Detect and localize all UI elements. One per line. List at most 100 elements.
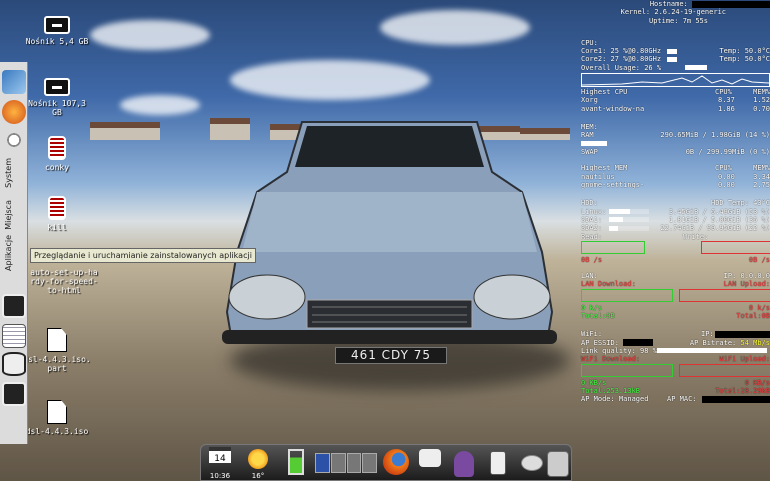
menu-places[interactable]: Miejsca (4, 200, 13, 230)
wifi-download-graph (581, 363, 673, 377)
wifi-upload-label: WiFi Upload: (719, 355, 770, 364)
proc-name: nautilus (581, 172, 615, 181)
terminal-icon[interactable] (2, 294, 26, 318)
database-icon[interactable] (2, 352, 26, 376)
desktop-icon-auto-set-up[interactable]: auto-set-up-hardy-for-speed-to-html (28, 268, 100, 295)
workspace-3[interactable] (346, 453, 362, 473)
chat-launcher[interactable] (415, 447, 445, 479)
hdd-value: 1.81GiB / 5.00GiB (36 %) (668, 215, 770, 224)
calendar-icon: 14 (209, 447, 231, 464)
swap-label: SWAP (581, 147, 598, 156)
drive-icon (44, 78, 70, 96)
desktop-icon-label: kill (47, 223, 67, 232)
hdd-temp: HDD Temp: 43°C (710, 199, 770, 208)
proc-cpu: 0.00 (718, 181, 735, 190)
clock-time: 10:36 (209, 472, 231, 480)
write-rate: 0B /s (748, 255, 770, 264)
wifi-bitrate-label: AP Bitrate: (689, 338, 737, 347)
spring-icon (48, 196, 66, 220)
lan-down-rate: 0 k/s (581, 303, 603, 312)
wifi-title: WiFi: (581, 330, 603, 339)
menu-applications[interactable]: Aplikacje (4, 235, 13, 271)
hdd-name: SDA2: (581, 224, 603, 233)
desktop-icon-dsl-part[interactable]: dsl-4.4.3.iso.part (22, 328, 92, 373)
workspace-1[interactable] (315, 453, 330, 473)
desktop-icon-label: conky (44, 163, 70, 172)
weather-temp: 16° (251, 472, 265, 480)
battery-applet[interactable] (281, 447, 311, 479)
desktop-icon-label: dsl-4.4.3.iso.part (23, 355, 91, 373)
calendar-icon[interactable] (2, 324, 26, 348)
desktop-icon-label: auto-set-up-hardy-for-speed-to-html (30, 268, 98, 295)
lan-download-graph (581, 288, 673, 302)
calendar-clock[interactable]: 14 10:36 (205, 447, 235, 480)
gimp-icon[interactable] (2, 128, 26, 152)
redacted-hostname (692, 0, 770, 8)
lan-title: LAN: (581, 272, 598, 281)
hdd-write-label: Write: (683, 232, 709, 241)
media-player-launcher[interactable] (483, 447, 513, 479)
proc-mem: 2.75 (753, 181, 770, 190)
proc-name: gnome-settings- (581, 181, 645, 190)
proc-name: avant-window-na (581, 104, 645, 113)
pidgin-launcher[interactable] (449, 447, 479, 479)
highest-mem-col-cpu: CPU% (715, 164, 732, 173)
hdd-title: HDD: (581, 199, 598, 208)
dock: 14 10:36 16° (200, 444, 572, 481)
weather-applet[interactable]: 16° (243, 447, 273, 480)
window-icon[interactable] (2, 382, 26, 406)
virtualbox-icon[interactable] (2, 70, 26, 94)
workspace-switcher[interactable] (315, 447, 377, 479)
read-rate: 0B /s (581, 255, 603, 264)
lan-upload-label: LAN Upload: (723, 280, 770, 289)
wifi-down-total: Total:253.13kB (581, 386, 641, 395)
kernel-text: Kernel: 2.6.24-19-generic (620, 8, 726, 17)
lan-up-total: Total:0B (736, 312, 770, 321)
hdd-value: 3.45GiB / 6.49GiB (53 %) (668, 207, 770, 216)
desktop-icon-conky[interactable]: conky (22, 136, 92, 172)
desktop-icon-drive-5gb[interactable]: Nośnik 5,4 GB (22, 16, 92, 46)
hdd-read-label: Read: (581, 232, 603, 241)
drive-icon (44, 16, 70, 34)
uptime-text: Uptime: 7m 55s (648, 16, 708, 25)
weather-sun-icon (248, 449, 268, 469)
wifi-mac: AP MAC: (667, 395, 697, 404)
read-graph (581, 240, 645, 254)
highest-mem-title: Highest MEM (581, 164, 628, 173)
lan-upload-graph (679, 288, 770, 302)
desktop-icon-label: dsl-4.4.3.iso (25, 427, 89, 436)
wifi-mode: AP Mode: Managed (581, 395, 649, 404)
desktop-icon-label: Nośnik 107,3 GB (28, 99, 86, 117)
write-graph (701, 240, 770, 254)
menu-system[interactable]: System (4, 158, 13, 188)
wifi-upload-graph (679, 363, 770, 377)
firefox-icon[interactable] (2, 100, 26, 124)
network-monitor-icon (547, 451, 569, 477)
hostname-label: Hostname: (649, 0, 688, 8)
chat-bubble-icon (419, 449, 441, 467)
wifi-essid: AP ESSID: (581, 338, 619, 347)
desktop-icon-drive-107gb[interactable]: Nośnik 107,3 GB (22, 78, 92, 117)
desktop-icon-dsl-iso[interactable]: dsl-4.4.3.iso (22, 400, 92, 436)
lan-up-rate: 0 k/s (748, 303, 770, 312)
proc-mem: 1.52 (753, 96, 770, 105)
desktop-icon-kill[interactable]: kill (22, 196, 92, 232)
proc-name: Xorg (581, 96, 598, 105)
lan-download-label: LAN Download: (581, 280, 636, 289)
cpu-graph (581, 73, 770, 88)
wifi-bitrate: 54 Mb/s (740, 338, 770, 347)
proc-cpu: 1.86 (718, 104, 735, 113)
firefox-icon (383, 449, 409, 475)
wifi-up-total: Total:28.29kB (715, 386, 770, 395)
disk-launcher[interactable] (517, 447, 547, 479)
disk-icon (521, 455, 543, 471)
highest-cpu-title: Highest CPU (581, 88, 628, 97)
workspace-2[interactable] (330, 453, 346, 473)
system-monitor-launcher[interactable] (545, 447, 571, 479)
battery-icon (288, 449, 304, 475)
firefox-launcher[interactable] (381, 447, 411, 479)
spring-icon (48, 136, 66, 160)
proc-mem: 3.34 (753, 172, 770, 181)
workspace-4[interactable] (362, 453, 377, 473)
car-image (222, 121, 557, 344)
